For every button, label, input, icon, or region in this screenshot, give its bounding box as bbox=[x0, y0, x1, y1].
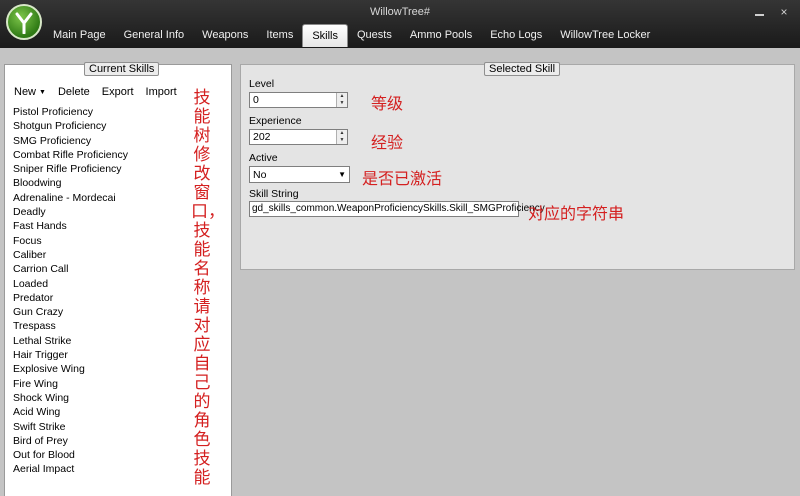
experience-label: Experience bbox=[249, 115, 302, 127]
close-icon[interactable]: × bbox=[776, 6, 792, 18]
list-item[interactable]: SMG Proficiency bbox=[13, 134, 128, 148]
list-item[interactable]: Acid Wing bbox=[13, 405, 128, 419]
list-item[interactable]: Sniper Rifle Proficiency bbox=[13, 162, 128, 176]
list-item[interactable]: Combat Rifle Proficiency bbox=[13, 148, 128, 162]
title-bar: WillowTree# × Main Page General Info Wea… bbox=[0, 0, 800, 48]
list-item[interactable]: Adrenaline - Mordecai bbox=[13, 191, 128, 205]
list-item[interactable]: Gun Crazy bbox=[13, 305, 128, 319]
list-item[interactable]: Caliber bbox=[13, 248, 128, 262]
level-value: 0 bbox=[253, 94, 259, 106]
list-item[interactable]: Aerial Impact bbox=[13, 462, 128, 476]
list-item[interactable]: Loaded bbox=[13, 277, 128, 291]
tab-general-info[interactable]: General Info bbox=[115, 24, 194, 46]
skill-string-label: Skill String bbox=[249, 188, 299, 200]
window-title: WillowTree# bbox=[369, 6, 431, 18]
list-item[interactable]: Explosive Wing bbox=[13, 362, 128, 376]
tab-willowtree-locker[interactable]: WillowTree Locker bbox=[551, 24, 659, 46]
current-skills-header: Current Skills bbox=[84, 62, 160, 76]
tab-quests[interactable]: Quests bbox=[348, 24, 401, 46]
annotation-experience: 经验 bbox=[371, 133, 404, 152]
list-item[interactable]: Shotgun Proficiency bbox=[13, 119, 128, 133]
level-label: Level bbox=[249, 78, 275, 90]
active-select[interactable]: No ▼ bbox=[249, 166, 350, 183]
chevron-down-icon: ▼ bbox=[338, 170, 346, 179]
list-item[interactable]: Shock Wing bbox=[13, 391, 128, 405]
annotation-level: 等级 bbox=[371, 94, 404, 113]
chevron-down-icon: ▼ bbox=[39, 88, 46, 96]
level-stepper[interactable]: 0 ▲ ▼ bbox=[249, 92, 348, 108]
new-button[interactable]: New ▼ bbox=[14, 86, 46, 98]
active-value: No bbox=[253, 169, 267, 181]
list-item[interactable]: Trespass bbox=[13, 319, 128, 333]
selected-skill-header: Selected Skill bbox=[484, 62, 561, 76]
list-item[interactable]: Fire Wing bbox=[13, 377, 128, 391]
spin-down-icon[interactable]: ▼ bbox=[337, 100, 347, 107]
list-item[interactable]: Fast Hands bbox=[13, 219, 128, 233]
import-button[interactable]: Import bbox=[146, 86, 177, 98]
minimize-icon[interactable] bbox=[755, 8, 764, 16]
annotation-active: 是否已激活 bbox=[362, 169, 443, 188]
experience-stepper[interactable]: 202 ▲ ▼ bbox=[249, 129, 348, 145]
list-item[interactable]: Bird of Prey bbox=[13, 434, 128, 448]
tab-ammo-pools[interactable]: Ammo Pools bbox=[401, 24, 481, 46]
list-item[interactable]: Swift Strike bbox=[13, 420, 128, 434]
tab-skills[interactable]: Skills bbox=[302, 24, 348, 47]
experience-spin-buttons[interactable]: ▲ ▼ bbox=[336, 130, 347, 144]
annotation-skill-string: 对应的字符串 bbox=[528, 204, 625, 223]
active-label: Active bbox=[249, 152, 278, 164]
spin-up-icon[interactable]: ▲ bbox=[337, 93, 347, 100]
tab-echo-logs[interactable]: Echo Logs bbox=[481, 24, 551, 46]
export-button[interactable]: Export bbox=[102, 86, 134, 98]
list-item[interactable]: Bloodwing bbox=[13, 176, 128, 190]
tab-weapons[interactable]: Weapons bbox=[193, 24, 257, 46]
tab-bar: Main Page General Info Weapons Items Ski… bbox=[44, 24, 659, 47]
list-item[interactable]: Out for Blood bbox=[13, 448, 128, 462]
experience-value: 202 bbox=[253, 131, 271, 143]
skills-toolbar: New ▼ Delete Export Import bbox=[14, 86, 177, 98]
level-spin-buttons[interactable]: ▲ ▼ bbox=[336, 93, 347, 107]
skill-string-field[interactable]: gd_skills_common.WeaponProficiencySkills… bbox=[249, 201, 545, 217]
skill-list: Pistol Proficiency Shotgun Proficiency S… bbox=[13, 105, 128, 477]
spin-up-icon[interactable]: ▲ bbox=[337, 130, 347, 137]
delete-button[interactable]: Delete bbox=[58, 86, 90, 98]
new-button-label: New bbox=[14, 86, 37, 98]
tab-items[interactable]: Items bbox=[257, 24, 302, 46]
panel-splitter[interactable] bbox=[232, 64, 240, 496]
spin-down-icon[interactable]: ▼ bbox=[337, 137, 347, 144]
list-item[interactable]: Focus bbox=[13, 234, 128, 248]
list-item[interactable]: Deadly bbox=[13, 205, 128, 219]
list-item[interactable]: Predator bbox=[13, 291, 128, 305]
window-controls: × bbox=[755, 6, 792, 18]
tab-main-page[interactable]: Main Page bbox=[44, 24, 115, 46]
list-item[interactable]: Pistol Proficiency bbox=[13, 105, 128, 119]
list-item[interactable]: Lethal Strike bbox=[13, 334, 128, 348]
list-item[interactable]: Hair Trigger bbox=[13, 348, 128, 362]
list-item[interactable]: Carrion Call bbox=[13, 262, 128, 276]
skill-string-value: gd_skills_common.WeaponProficiencySkills… bbox=[252, 203, 545, 214]
annotation-vertical: 技能树修改窗口，技能名称请对应自己的角色技能 bbox=[191, 88, 225, 488]
